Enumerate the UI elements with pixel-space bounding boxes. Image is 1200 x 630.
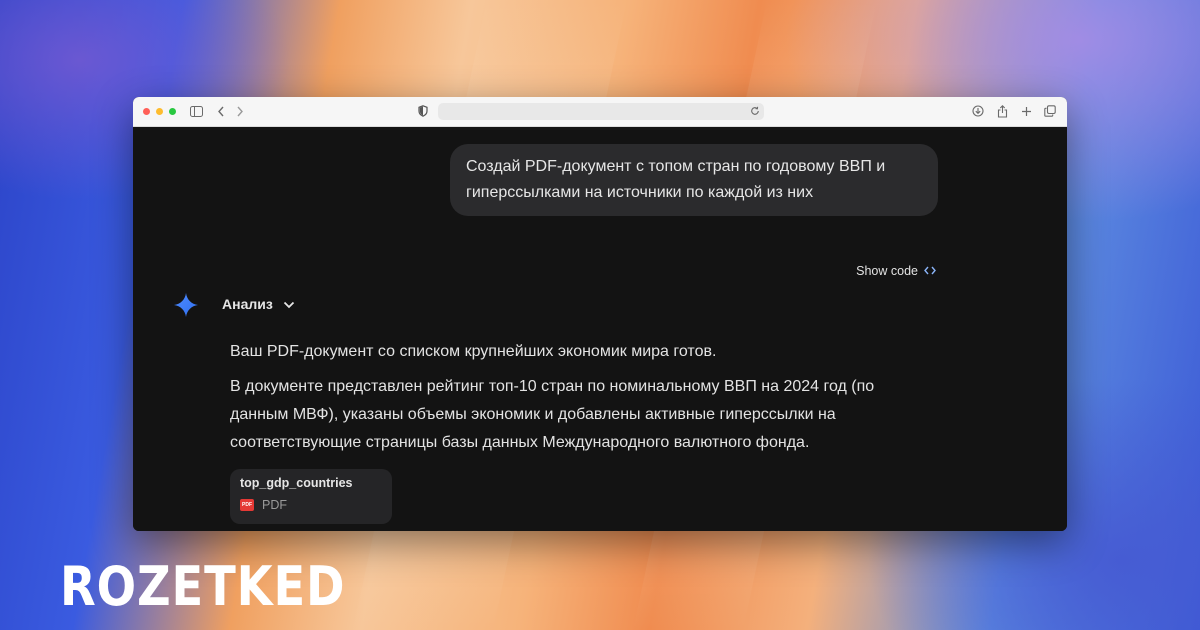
chevron-left-icon[interactable] <box>212 102 230 120</box>
analysis-label: Анализ <box>222 296 273 312</box>
chevron-right-icon[interactable] <box>231 102 249 120</box>
close-window-button[interactable] <box>143 108 150 115</box>
browser-window: Создай PDF-документ с топом стран по год… <box>133 97 1067 531</box>
chevron-down-icon <box>283 301 294 308</box>
plus-icon[interactable] <box>1017 102 1035 120</box>
response-line: соответствующие страницы базы данных Меж… <box>230 434 810 451</box>
share-icon[interactable] <box>993 102 1011 120</box>
show-code-label: Show code <box>856 264 918 278</box>
pdf-file-icon: PDF <box>240 499 254 511</box>
chat-area: Создай PDF-документ с топом стран по год… <box>133 127 1067 531</box>
file-name: top_gdp_countries <box>240 476 353 490</box>
sidebar-icon[interactable] <box>187 102 205 120</box>
response-line: данным МВФ), указаны объемы экономик и д… <box>230 406 836 423</box>
browser-toolbar <box>133 97 1067 127</box>
analysis-toggle[interactable]: Анализ <box>222 296 295 312</box>
tabs-overview-icon[interactable] <box>1041 102 1059 120</box>
show-code-button[interactable]: Show code <box>856 264 936 278</box>
address-bar[interactable] <box>438 103 764 120</box>
response-line: В документе представлен рейтинг топ-10 с… <box>230 378 875 395</box>
code-brackets-icon <box>924 264 936 278</box>
minimize-window-button[interactable] <box>156 108 163 115</box>
user-message-line-2: гиперссылками на источники по каждой из … <box>466 184 814 201</box>
file-attachment-card[interactable]: top_gdp_countries PDF PDF <box>230 469 392 524</box>
shield-icon[interactable] <box>414 102 432 120</box>
download-icon[interactable] <box>969 102 987 120</box>
rozetked-logo: ROZETKED <box>60 555 346 618</box>
sparkle-icon <box>174 293 198 317</box>
response-paragraph-2: В документе представлен рейтинг топ-10 с… <box>230 373 880 457</box>
response-paragraph-1: Ваш PDF-документ со списком крупнейших э… <box>230 343 717 360</box>
user-message-line-1: Создай PDF-документ с топом стран по год… <box>466 158 886 175</box>
user-message-bubble: Создай PDF-документ с топом стран по год… <box>450 144 938 216</box>
file-type-row: PDF PDF <box>240 498 382 512</box>
maximize-window-button[interactable] <box>169 108 176 115</box>
file-type-label: PDF <box>262 498 287 512</box>
reload-icon[interactable] <box>746 102 764 120</box>
